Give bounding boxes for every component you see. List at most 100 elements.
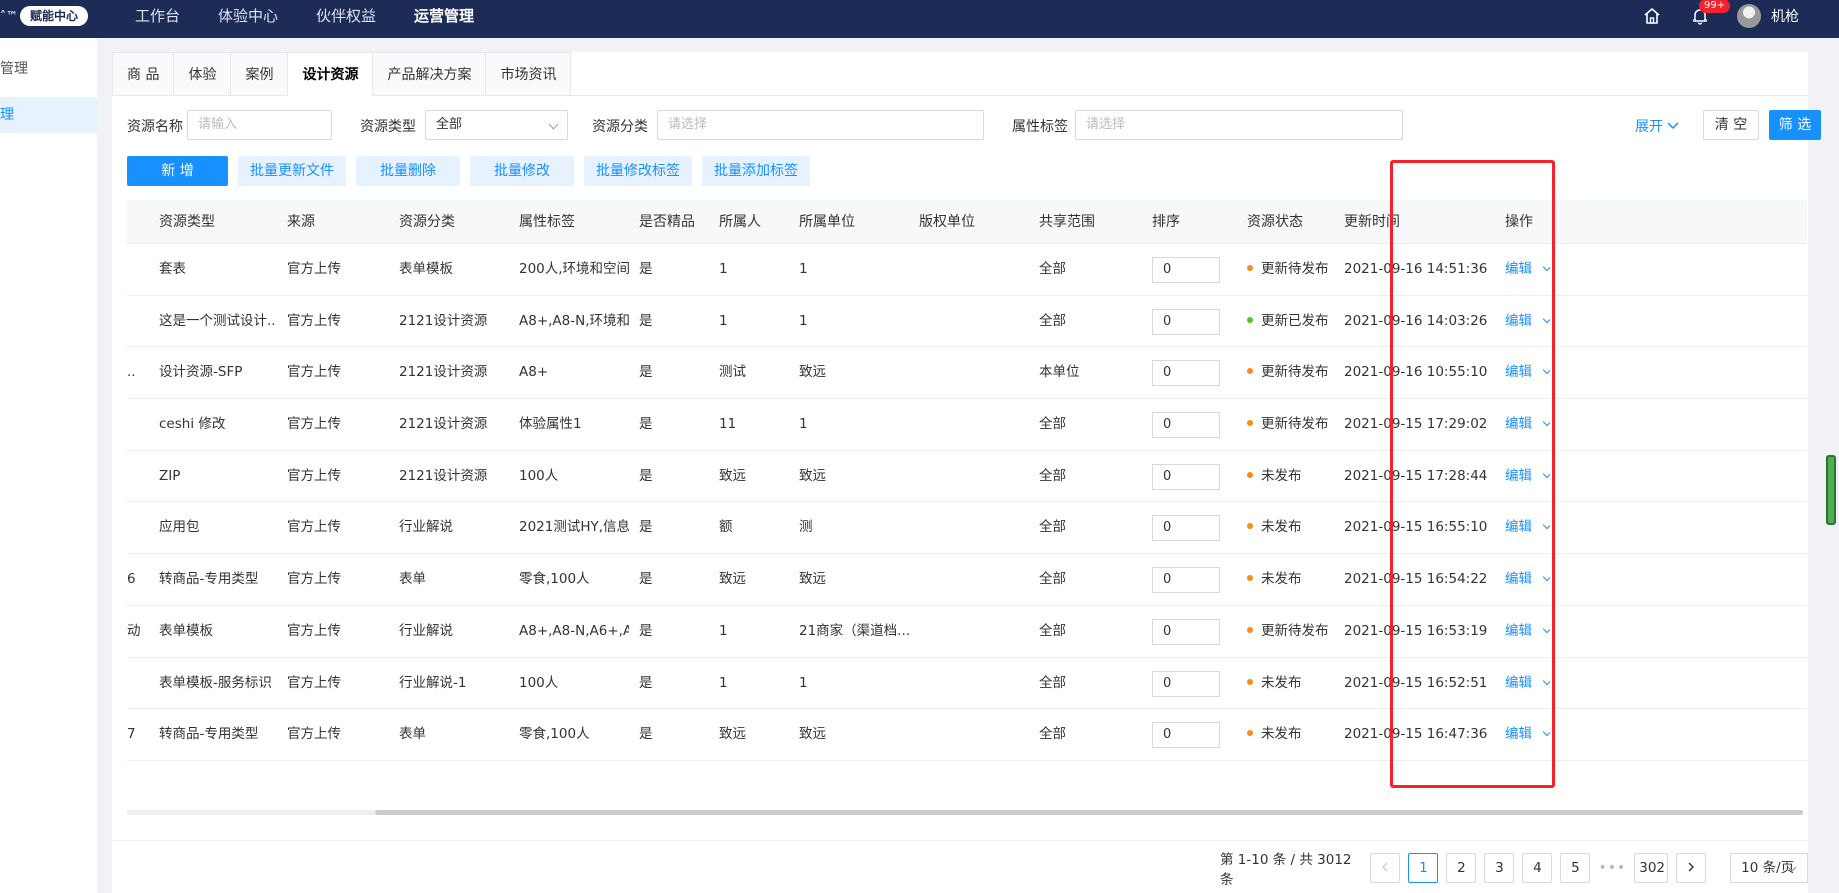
prev-page-button[interactable] [1370, 853, 1401, 883]
tab-product-solutions[interactable]: 产品解决方案 [373, 52, 487, 96]
sort-input[interactable]: 0 [1152, 308, 1220, 335]
sort-input[interactable]: 0 [1152, 670, 1220, 697]
col-unit: 所属单位 [799, 214, 855, 230]
tab-goods[interactable]: 商 品 [112, 52, 175, 96]
pagination-ellipsis[interactable]: ••• [1598, 860, 1626, 876]
col-premium: 是否精品 [639, 214, 695, 230]
page-button-4[interactable]: 4 [1522, 853, 1553, 883]
col-owner: 所属人 [719, 214, 761, 230]
status-dot-icon [1247, 575, 1253, 582]
cell-source: 官方上传 [287, 674, 341, 691]
sort-input[interactable]: 0 [1152, 360, 1220, 387]
sort-input[interactable]: 0 [1152, 257, 1220, 283]
filter-button[interactable]: 筛 选 [1769, 110, 1821, 140]
cell-category: 2121设计资源 [399, 364, 488, 381]
status-dot-icon [1247, 368, 1253, 375]
status-dot-icon [1247, 265, 1253, 271]
home-icon[interactable] [1641, 5, 1663, 27]
tab-design-resources[interactable]: 设计资源 [288, 52, 374, 96]
batch-add-tag-button[interactable]: 批量添加标签 [702, 156, 810, 186]
user-menu[interactable]: 机枪 [1737, 4, 1799, 28]
resource-table: 资源类型 来源 资源分类 属性标签 是否精品 所属人 所属单位 版权单位 共享范… [127, 200, 1807, 761]
add-button[interactable]: 新 增 [127, 156, 228, 186]
cell-tags: 体验属性1 [519, 416, 582, 433]
status-text: 更新已发布 [1261, 312, 1329, 329]
page-button-1[interactable]: 1 [1408, 853, 1439, 883]
cell-source: 官方上传 [287, 571, 341, 588]
cell-owner: 测试 [719, 364, 746, 381]
chevron-right-icon [1688, 862, 1695, 872]
expand-filters-link[interactable]: 展开 [1635, 116, 1679, 136]
cell-unit: 测 [799, 519, 813, 536]
cell-tags: 2021测试HY,信息... [519, 519, 629, 536]
attribute-tag-select[interactable]: 请选择 [1075, 110, 1403, 140]
status-text: 未发布 [1261, 519, 1302, 536]
sort-input[interactable]: 0 [1152, 722, 1220, 749]
page-button-3[interactable]: 3 [1484, 853, 1515, 883]
cell-source: 官方上传 [287, 519, 341, 536]
bell-icon[interactable]: 99+ [1689, 0, 1731, 27]
cell-owner: 1 [719, 261, 728, 277]
cell-tags: 零食,100人 [519, 726, 590, 743]
resource-category-select[interactable]: 请选择 [657, 110, 984, 140]
cell-premium: 是 [639, 312, 653, 329]
cell-tags: 100人 [519, 674, 559, 691]
cell-unit: 致远 [799, 467, 826, 484]
page-button-5[interactable]: 5 [1560, 853, 1591, 883]
cell-lead: 7 [127, 726, 136, 743]
sidebar-item-active[interactable]: 理 [0, 97, 97, 133]
clear-button[interactable]: 清 空 [1703, 110, 1759, 140]
sidebar-item-management[interactable]: 管理 [0, 51, 97, 87]
resource-name-input[interactable]: 请输入 [187, 110, 332, 140]
tab-market-news[interactable]: 市场资讯 [486, 52, 572, 96]
col-category: 资源分类 [399, 214, 455, 230]
resource-type-value: 全部 [436, 117, 463, 132]
cell-resource-type: 设计资源-SFP [159, 364, 243, 381]
page-button-last[interactable]: 302 [1634, 853, 1669, 883]
action-bar: 新 增 批量更新文件 批量删除 批量修改 批量修改标签 批量添加标签 [127, 156, 810, 188]
nav-operations[interactable]: 运营管理 [395, 0, 493, 38]
resource-name-label: 资源名称 [127, 119, 183, 135]
table-row: 套表官方上传表单模板200人,环境和空间...是11全部0更新待发布2021-0… [127, 244, 1807, 296]
vertical-scrollbar[interactable] [1826, 455, 1836, 525]
status-badge: 未发布 [1247, 502, 1302, 553]
highlight-annotation-box [1390, 160, 1555, 788]
sort-input[interactable]: 0 [1152, 412, 1220, 439]
page-size-select[interactable]: 10 条/页 [1730, 853, 1808, 883]
batch-modify-tag-button[interactable]: 批量修改标签 [584, 156, 692, 186]
status-text: 更新待发布 [1261, 622, 1329, 639]
cell-category: 2121设计资源 [399, 416, 488, 433]
nav-experience-center[interactable]: 体验中心 [199, 0, 297, 38]
horizontal-scrollbar-thumb[interactable] [375, 810, 1803, 815]
status-badge: 更新待发布 [1247, 244, 1329, 295]
tab-experience[interactable]: 体验 [174, 52, 232, 96]
cell-tags: A8+ [519, 364, 549, 381]
batch-modify-button[interactable]: 批量修改 [470, 156, 574, 186]
table-row: 表单模板-服务标识 官方上传 行业解说-1 100人是 1 1 全部 0 未发布 2021-09-… [127, 658, 1807, 710]
resource-category-label: 资源分类 [592, 119, 648, 135]
nav-partner-rights[interactable]: 伙伴权益 [297, 0, 395, 38]
batch-update-file-button[interactable]: 批量更新文件 [238, 156, 346, 186]
cell-source: 官方上传 [287, 364, 341, 381]
sort-input[interactable]: 0 [1152, 567, 1220, 594]
sort-input[interactable]: 0 [1152, 515, 1220, 542]
status-dot-icon [1247, 420, 1253, 427]
sort-input[interactable]: 0 [1152, 463, 1220, 490]
logo-mark: ˄™ [0, 9, 18, 23]
status-text: 未发布 [1261, 467, 1302, 484]
logo-badge[interactable]: 赋能中心 [20, 6, 89, 26]
table-row: ceshi 修改 官方上传 2121设计资源 体验属性1 是 11 1 全部 0 更新待发布 202… [127, 399, 1807, 451]
sort-input[interactable]: 0 [1152, 618, 1220, 645]
next-page-button[interactable] [1676, 853, 1707, 883]
status-text: 更新待发布 [1261, 261, 1329, 277]
page-button-2[interactable]: 2 [1446, 853, 1477, 883]
resource-tabs: 商 品 体验 案例 设计资源 产品解决方案 市场资讯 [112, 52, 1808, 96]
tab-cases[interactable]: 案例 [231, 52, 289, 96]
batch-delete-button[interactable]: 批量删除 [356, 156, 460, 186]
nav-workbench[interactable]: 工作台 [116, 0, 199, 38]
cell-resource-type: 转商品-专用类型 [159, 726, 259, 743]
status-dot-icon [1247, 730, 1253, 737]
notification-count-badge: 99+ [1699, 0, 1731, 13]
resource-type-select[interactable]: 全部 [425, 110, 568, 140]
cell-owner: 致远 [719, 467, 746, 484]
